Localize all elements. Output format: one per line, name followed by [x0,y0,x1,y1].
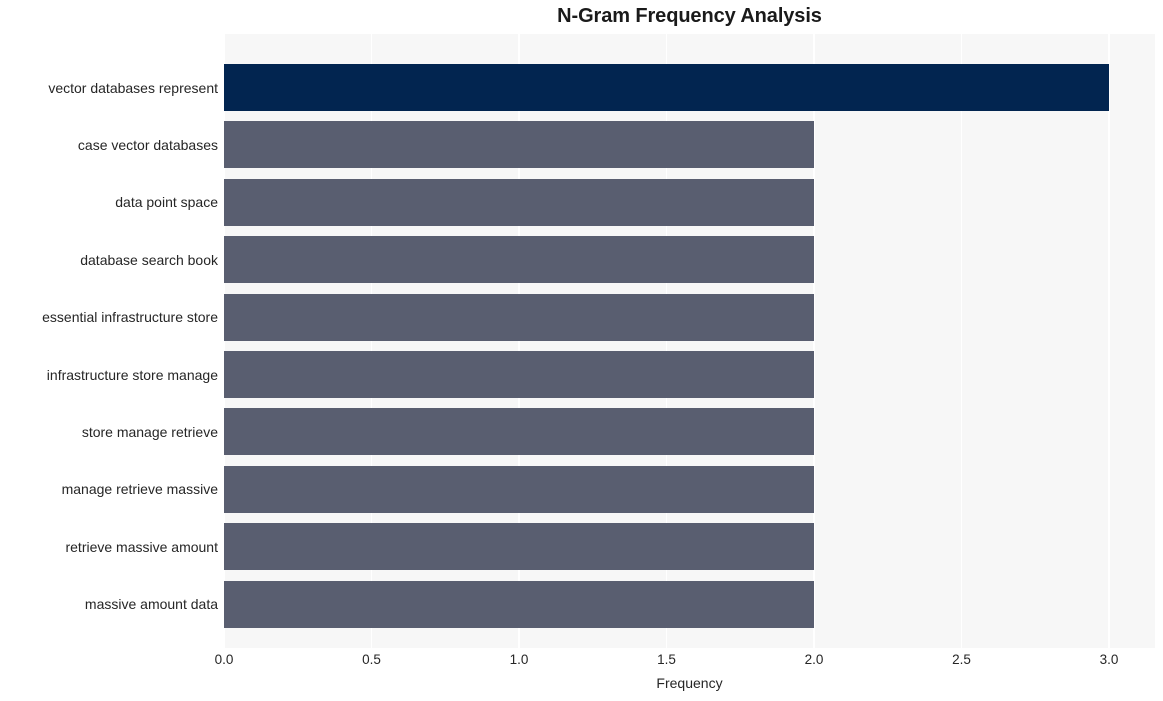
x-tick-label: 1.5 [657,652,676,667]
bar[interactable] [224,408,814,456]
gridline-x-5 [960,34,963,648]
x-tick-label: 0.5 [362,652,381,667]
y-tick-label: retrieve massive amount [65,538,218,555]
bar[interactable] [224,523,814,571]
y-tick-label: data point space [115,194,218,211]
x-tick-label: 1.0 [509,652,529,667]
y-tick-label: essential infrastructure store [42,309,218,326]
x-tick-label: 2.0 [804,652,824,667]
gridline-x-6 [1108,34,1110,648]
y-tick-label: store manage retrieve [81,423,218,440]
x-axis-label: Frequency [656,675,723,691]
x-tick-label: 0.0 [214,652,234,667]
bar[interactable] [224,64,1109,111]
x-tick-label: 3.0 [1099,652,1119,667]
bar[interactable] [224,465,814,513]
x-tick-label: 2.5 [952,652,971,667]
y-tick-label: case vector databases [77,136,218,153]
y-tick-label: manage retrieve massive [61,481,218,498]
bar[interactable] [224,580,814,628]
y-tick-label: massive amount data [84,596,218,613]
bar[interactable] [224,178,814,226]
plot-area [224,34,1155,648]
y-tick-label: infrastructure store manage [46,366,218,383]
y-tick-label: vector databases represent [48,79,218,96]
chart-figure: N-Gram Frequency Analysis vector databas… [0,0,1163,701]
y-tick-label: database search book [80,251,218,268]
bar[interactable] [224,293,814,341]
bar[interactable] [224,236,814,284]
bar[interactable] [224,121,814,169]
bar[interactable] [224,351,814,398]
chart-title: N-Gram Frequency Analysis [557,5,822,27]
